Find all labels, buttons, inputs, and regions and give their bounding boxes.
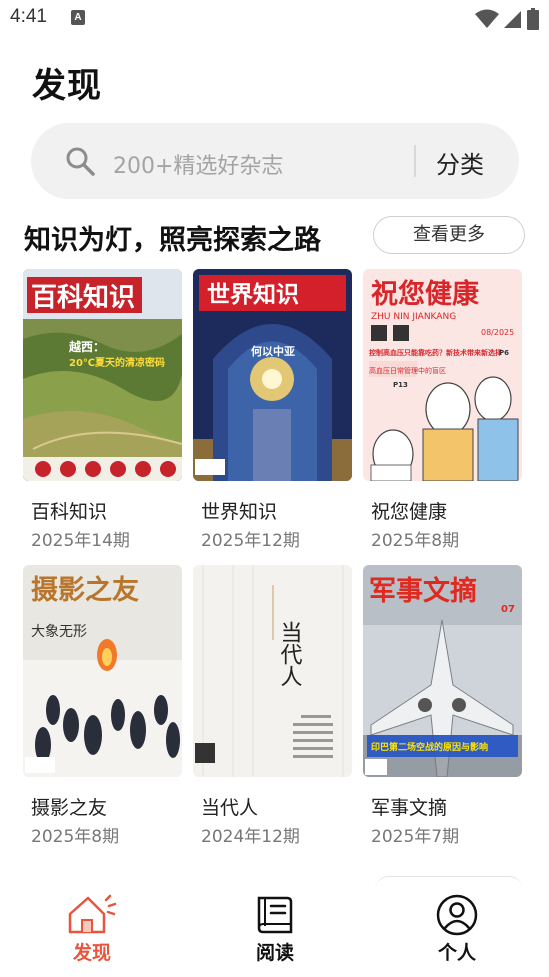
nav-label: 阅读	[255, 942, 294, 964]
cover-headline: 印巴第二场空战的原因与影响	[371, 741, 488, 753]
magazine-cover[interactable]: 百科知识 越西： 20℃夏天的清凉密码	[23, 269, 182, 481]
magazine-name: 当代人	[201, 797, 259, 819]
cover-headline: 何以中亚	[251, 344, 295, 358]
book-icon	[257, 896, 293, 934]
magazine-name: 祝您健康	[371, 501, 448, 523]
search-bar[interactable]: 200+精选好杂志 分类	[31, 123, 519, 199]
nav-label: 发现	[72, 942, 111, 964]
magazine-card[interactable]: 世界知识 何以中亚 世界知识 2025年12期	[193, 269, 352, 551]
magazine-issue: 2025年8期	[31, 827, 120, 847]
magazine-cover[interactable]: 世界知识 何以中亚	[193, 269, 352, 481]
magazine-issue: 2024年12期	[201, 827, 300, 847]
status-bar: 4:41 A	[0, 0, 549, 36]
category-button[interactable]: 分类	[436, 145, 484, 180]
search-icon	[66, 147, 95, 176]
cover-issue: 07	[501, 604, 515, 615]
cover-title: 祝您健康	[371, 278, 480, 310]
search-divider	[414, 145, 416, 177]
magazine-name: 军事文摘	[371, 797, 448, 819]
see-more-button[interactable]: 查看更多	[373, 216, 525, 254]
magazine-card[interactable]: 当代人 当代人 2024年12期	[193, 565, 352, 847]
cover-title: 世界知识	[207, 281, 299, 308]
cover-subtitle: ZHU NIN JIANKANG	[371, 312, 456, 322]
signal-icon	[504, 11, 521, 28]
cover-headline: 越西：	[68, 339, 105, 354]
nav-label: 个人	[437, 942, 476, 964]
cover-issue: 08/2025	[481, 328, 514, 337]
nav-item-profile[interactable]: 个人	[407, 894, 507, 965]
cover-page: P13	[393, 381, 408, 389]
magazine-issue: 2025年12期	[201, 531, 300, 551]
magazine-card[interactable]: 祝您健康 ZHU NIN JIANKANG 08/2025 控制高血压只能靠吃药…	[363, 269, 522, 551]
magazine-issue: 2025年8期	[371, 531, 460, 551]
notification-icon: A	[71, 10, 85, 25]
magazine-name: 百科知识	[31, 501, 108, 523]
section-title: 知识为灯，照亮探索之路	[24, 225, 321, 256]
status-time: 4:41	[10, 6, 47, 27]
magazine-issue: 2025年7期	[371, 827, 460, 847]
cover-title: 军事文摘	[369, 575, 477, 607]
magazine-name: 世界知识	[201, 501, 278, 523]
nav-item-discover[interactable]: 发现	[42, 894, 142, 965]
magazine-card[interactable]: 军事文摘 07 印巴第二场空战的原因与影响 军事文摘 2025年7期	[363, 565, 522, 847]
page-title: 发现	[32, 66, 102, 106]
cover-headline: 大象无形	[31, 624, 87, 640]
wifi-icon	[475, 9, 499, 28]
nav-item-read[interactable]: 阅读	[225, 894, 325, 965]
cover-headline: 控制高血压只能靠吃药？新技术带来新选择	[369, 348, 503, 357]
search-input[interactable]: 200+精选好杂志	[113, 148, 283, 180]
bottom-nav: 发现 阅读 个人	[0, 888, 549, 977]
magazine-card[interactable]: 百科知识 越西： 20℃夏天的清凉密码 百科知识 2025年14期	[23, 269, 182, 551]
status-icons	[475, 8, 539, 30]
magazine-cover[interactable]: 祝您健康 ZHU NIN JIANKANG 08/2025 控制高血压只能靠吃药…	[363, 269, 522, 481]
cover-headline: 20℃夏天的清凉密码	[69, 356, 165, 369]
cover-page: P6	[499, 349, 509, 357]
battery-icon	[527, 8, 539, 30]
magazine-name: 摄影之友	[31, 797, 108, 819]
profile-icon	[436, 894, 478, 936]
magazine-cover[interactable]: 当代人	[193, 565, 352, 777]
magazine-cover[interactable]: 军事文摘 07 印巴第二场空战的原因与影响	[363, 565, 522, 777]
cover-headline: 高血压日常管理中的盲区	[369, 366, 446, 375]
cover-title: 百科知识	[31, 283, 135, 313]
cover-title: 当代人	[277, 621, 303, 687]
cover-title: 摄影之友	[31, 574, 139, 606]
magazine-cover[interactable]: 摄影之友 大象无形	[23, 565, 182, 777]
magazine-issue: 2025年14期	[31, 531, 130, 551]
magazine-card[interactable]: 摄影之友 大象无形 摄影之友 2025年8期	[23, 565, 182, 847]
home-icon	[68, 894, 117, 934]
